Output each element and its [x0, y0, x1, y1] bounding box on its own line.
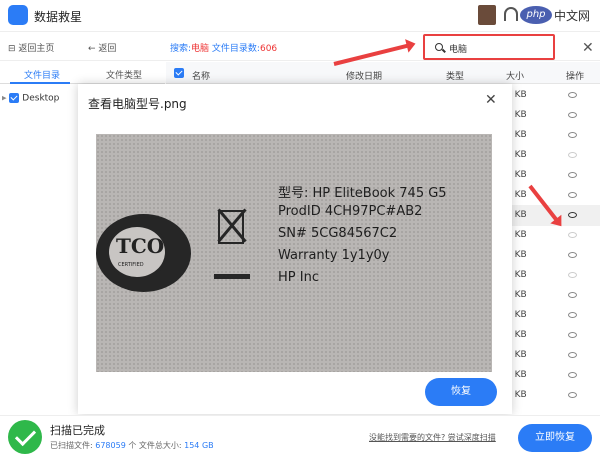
- label-prodid: ProdID 4CH97PC#AB2: [278, 204, 423, 219]
- preview-eye-icon[interactable]: [568, 152, 577, 158]
- app-logo-icon: [8, 5, 28, 25]
- status-title: 扫描已完成: [50, 424, 105, 437]
- col-type[interactable]: 类型: [446, 69, 464, 82]
- scanned-prefix: 已扫描文件:: [50, 441, 96, 450]
- watermark-text: 中文网: [554, 9, 591, 23]
- total-size: 154 GB: [184, 441, 214, 450]
- preview-eye-icon[interactable]: [568, 392, 577, 398]
- expand-arrow-icon[interactable]: ▸: [2, 94, 7, 104]
- home-label: 返回主页: [18, 44, 55, 54]
- table-header: 名称 修改日期 类型 大小 操作: [166, 62, 600, 84]
- back-label: 返回: [98, 44, 117, 54]
- checkbox[interactable]: [9, 93, 20, 103]
- search-term: 电脑: [191, 44, 210, 54]
- col-date[interactable]: 修改日期: [346, 69, 382, 82]
- preview-image: TCO CERTIFIED 型号: HP EliteBook 745 G5 Pr…: [96, 134, 492, 372]
- weee-bar-icon: [214, 274, 250, 279]
- preview-eye-icon[interactable]: [568, 312, 577, 318]
- left-tabs: 文件目录 文件类型: [0, 62, 165, 84]
- back-link[interactable]: ← 返回: [88, 41, 116, 54]
- headset-icon[interactable]: [504, 7, 518, 21]
- preview-dialog: 查看电脑型号.png ✕ TCO CERTIFIED 型号: HP EliteB…: [78, 84, 512, 414]
- size-prefix: 个 文件总大小:: [125, 441, 185, 450]
- preview-eye-icon[interactable]: [568, 172, 577, 178]
- tco-logo-text: TCO: [116, 234, 165, 258]
- preview-eye-icon[interactable]: [568, 252, 577, 258]
- select-all-checkbox[interactable]: [174, 68, 184, 78]
- preview-eye-icon[interactable]: [568, 332, 577, 338]
- search-icon: [435, 43, 443, 51]
- tab-file-type[interactable]: 文件类型: [106, 68, 142, 81]
- status-bar: 扫描已完成 已扫描文件: 678059 个 文件总大小: 154 GB 没能找到…: [0, 415, 600, 457]
- preview-eye-icon[interactable]: [568, 272, 577, 278]
- label-warranty: Warranty 1y1y0y: [278, 248, 390, 263]
- restore-now-button[interactable]: 立即恢复: [518, 424, 592, 452]
- search-info: 搜索:电脑 文件目录数:606: [170, 41, 277, 54]
- preview-eye-icon[interactable]: [568, 372, 577, 378]
- preview-eye-icon[interactable]: [568, 212, 577, 218]
- tree-root[interactable]: ▸ Desktop: [2, 93, 59, 104]
- search-prefix: 搜索:: [170, 44, 192, 54]
- home-link[interactable]: ⊟ 返回主页: [8, 41, 54, 54]
- app-title: 数据救星: [34, 10, 83, 24]
- label-maker: HP Inc: [278, 270, 319, 285]
- close-icon[interactable]: ✕: [582, 40, 594, 56]
- active-tab-indicator: [10, 82, 70, 84]
- preview-eye-icon[interactable]: [568, 192, 577, 198]
- label-model: 型号: HP EliteBook 745 G5: [278, 186, 447, 201]
- col-name[interactable]: 名称: [192, 69, 210, 82]
- preview-eye-icon[interactable]: [568, 292, 577, 298]
- search-box[interactable]: [423, 34, 555, 60]
- dialog-title: 查看电脑型号.png: [88, 97, 187, 111]
- scanned-count: 678059: [95, 441, 126, 450]
- preview-eye-icon[interactable]: [568, 352, 577, 358]
- tree-label: Desktop: [22, 93, 60, 104]
- avatar[interactable]: [478, 5, 496, 25]
- dir-prefix: 文件目录数:: [209, 44, 260, 54]
- dir-count: 606: [259, 44, 278, 54]
- dialog-close-icon[interactable]: ✕: [485, 92, 497, 108]
- scan-summary: 已扫描文件: 678059 个 文件总大小: 154 GB: [50, 440, 214, 451]
- search-input[interactable]: [449, 40, 549, 56]
- watermark-badge: php: [520, 6, 552, 24]
- preview-eye-icon[interactable]: [568, 112, 577, 118]
- title-bar: 数据救星 php 中文网: [0, 0, 600, 32]
- preview-eye-icon[interactable]: [568, 92, 577, 98]
- watermark: php 中文网: [520, 4, 598, 26]
- dialog-restore-button[interactable]: 恢复: [425, 378, 497, 406]
- tab-file-dir[interactable]: 文件目录: [24, 68, 60, 81]
- preview-eye-icon[interactable]: [568, 232, 577, 238]
- col-action: 操作: [566, 72, 585, 82]
- label-sn: SN# 5CG84567C2: [278, 226, 398, 241]
- tco-logo-subtext: CERTIFIED: [118, 262, 144, 268]
- deep-scan-link[interactable]: 没能找到需要的文件? 尝试深度扫描: [369, 432, 496, 443]
- col-size[interactable]: 大小: [506, 69, 524, 82]
- preview-eye-icon[interactable]: [568, 132, 577, 138]
- check-circle-icon: [8, 420, 42, 454]
